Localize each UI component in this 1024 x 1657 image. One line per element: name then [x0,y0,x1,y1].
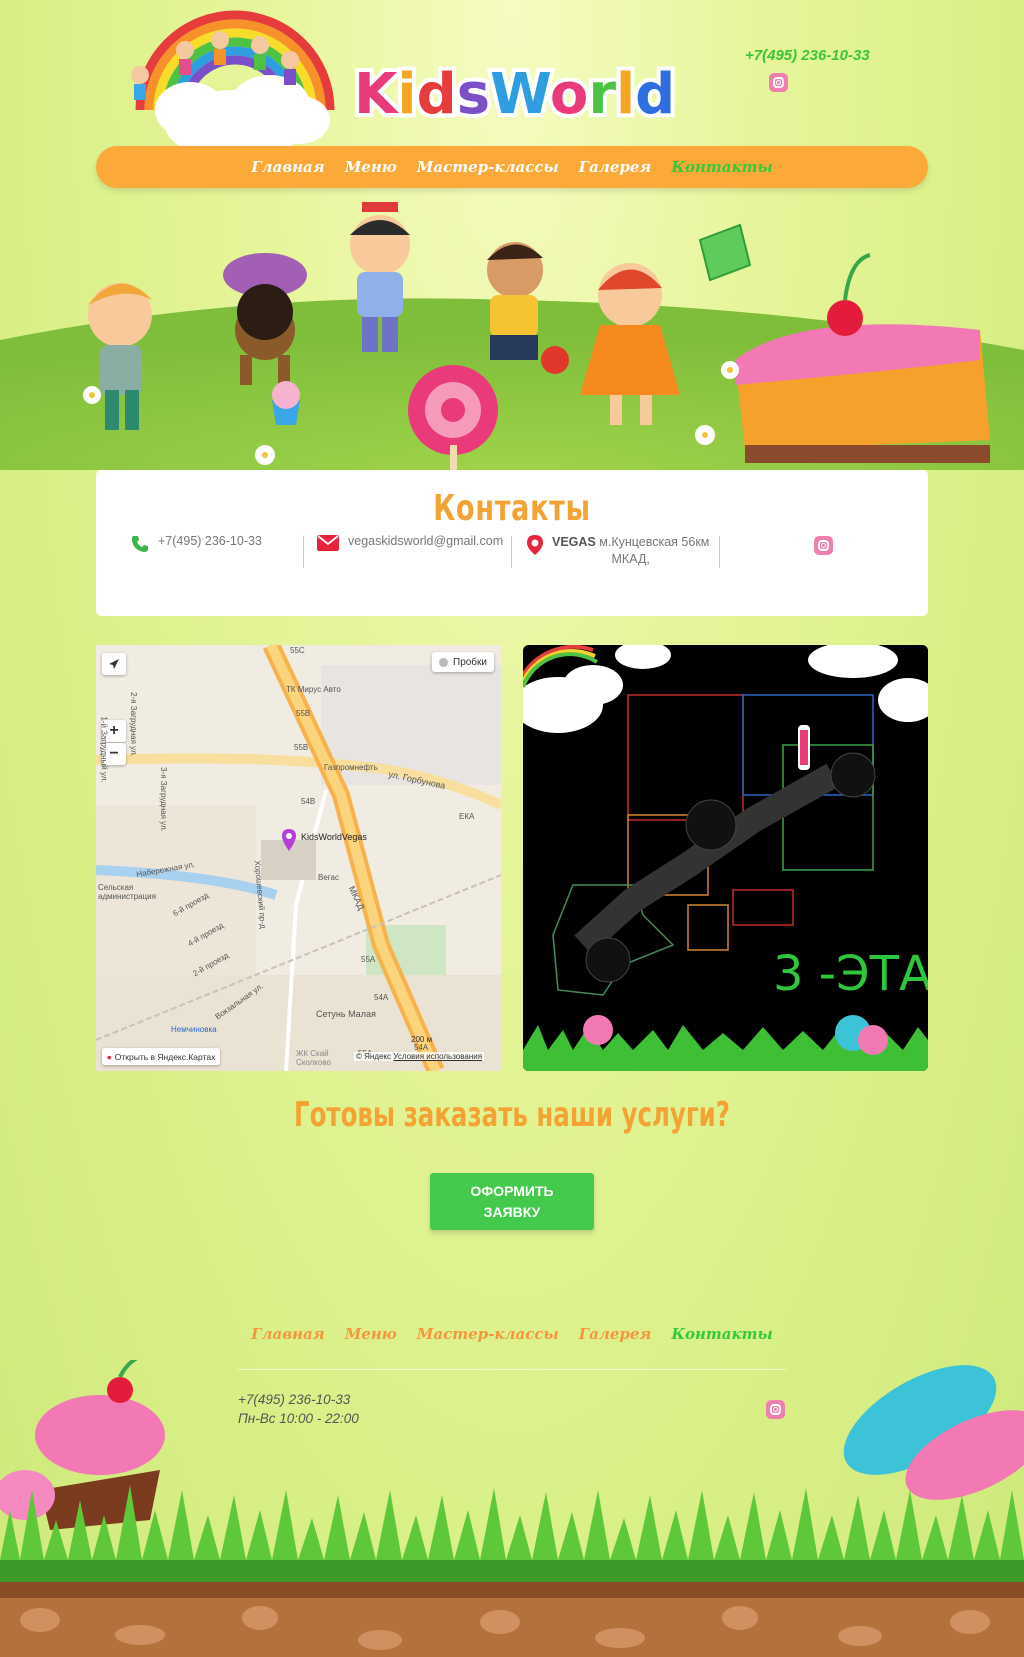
locate-button[interactable] [102,653,126,675]
road-label: 55В [294,743,309,752]
nav-item-menu[interactable]: Меню [345,158,397,176]
contact-address-text: VEGAS м.Кунцевская 56км МКАД, [552,534,709,568]
divider [303,536,304,568]
road-label: 55А [361,955,376,964]
map-label-admin: Сельская администрация [98,883,156,901]
map-label-setun: Сетунь Малая [316,1009,376,1019]
contact-address[interactable]: VEGAS м.Кунцевская 56км МКАД, [526,534,709,568]
cta-title: Готовы заказать наши услуги? [293,1095,730,1135]
contact-email-text: vegaskidsworld@gmail.com [348,534,504,548]
nav-item-master-classes[interactable]: Мастер-классы [417,158,559,176]
address-venue: VEGAS [552,535,596,549]
logo-graphic: KidsWorld KidsWorld [350,58,679,131]
map-label-zagrudnaya1: 1-й Загрудный ул. [99,716,109,783]
traffic-button[interactable]: Пробки [432,652,494,672]
address-line2: МКАД, [611,552,650,566]
footer-nav-item-contacts[interactable]: Контакты [671,1325,772,1343]
map-label-gazprom: Газпромнефть [324,763,378,772]
map-label-eka: ЕКА [459,812,475,821]
map-marker-icon[interactable] [281,828,297,852]
order-request-button[interactable]: ОФОРМИТЬ ЗАЯВКУ [430,1173,594,1230]
nav-item-contacts[interactable]: Контакты [671,158,772,176]
map-label-mirus: ТК Мирус Авто [286,685,341,694]
contact-phone-text: +7(495) 236-10-33 [158,534,262,548]
hero-kids-illustration [0,202,1024,470]
footer-grass-sweets-illustration [0,1360,1024,1657]
divider [719,536,720,568]
phone-icon [132,536,148,552]
contact-phone[interactable]: +7(495) 236-10-33 [130,534,262,554]
footer-nav-item-master-classes[interactable]: Мастер-классы [417,1325,559,1343]
nav-item-home[interactable]: Главная [251,158,325,176]
contacts-title: Контакты [433,488,591,529]
footer-nav-item-home[interactable]: Главная [251,1325,325,1343]
kidsworld-logo[interactable]: KidsWorld KidsWorld [350,45,680,131]
instagram-icon[interactable] [769,73,788,92]
open-in-yandex-label: Открыть в Яндекс.Картах [114,1051,216,1062]
traffic-button-label: Пробки [453,656,487,668]
footer-nav-item-gallery[interactable]: Галерея [579,1325,652,1343]
footer-nav: Главная Меню Мастер-классы Галерея Конта… [0,1325,1024,1343]
map-scale: 200 м [411,1035,433,1044]
rainbow-cloud-illustration [131,10,335,160]
map-copyright: © Яндекс [356,1052,392,1061]
instagram-icon[interactable] [814,536,833,555]
yandex-map[interactable]: + − Пробки KidsWorldVegas ТК Мирус Авто … [96,645,501,1071]
svg-text:KidsWorld: KidsWorld [354,62,675,127]
map-label-nemchinovka: Немчиновка [171,1025,217,1034]
road-label: 54А [414,1043,429,1052]
traffic-light-icon [439,657,448,667]
road-label: 55С [290,646,305,655]
pin-icon: ● [106,1051,112,1062]
contacts-card: Контакты +7(495) 236-10-33 vegaskidsworl… [96,470,928,616]
road-label: 55В [296,709,311,718]
address-street: м.Кунцевская 56км [599,535,710,549]
road-label: 54В [301,797,316,806]
map-label-zagrudnaya2: 2-я Загрудная ул. [128,692,138,757]
floor-plan-image: 3 -ЭТАЖ [523,645,928,1071]
map-terms-link[interactable]: Условия использования [393,1052,482,1061]
page: KidsWorld KidsWorld +7(495) 236-10-33 Гл… [0,0,1024,1657]
map-label-vegas: Вегас [318,873,339,882]
main-nav: Главная Меню Мастер-классы Галерея Конта… [96,146,928,188]
floor-plan-graphic: 3 -ЭТАЖ [523,645,928,1071]
contact-email[interactable]: vegaskidsworld@gmail.com [316,534,503,552]
footer-nav-item-menu[interactable]: Меню [345,1325,397,1343]
header-phone[interactable]: +7(495) 236-10-33 [745,47,870,64]
mail-icon [317,535,339,551]
map-attribution: © Яндекс Условия использования [354,1052,485,1061]
map-label-skolkovo: ЖК Скай Сколково [296,1049,331,1067]
map-label-zagrudnaya3: 3-я Загрудная ул. [158,767,168,832]
open-in-yandex-button[interactable]: ● Открыть в Яндекс.Картах [102,1048,220,1065]
cta-button-line1: ОФОРМИТЬ [470,1182,554,1199]
navigation-arrow-icon [109,659,119,669]
road-label: 54А [374,993,389,1002]
divider [511,536,512,568]
nav-item-gallery[interactable]: Галерея [579,158,652,176]
floor-label: 3 -ЭТАЖ [773,946,928,1002]
cta-button-line2: ЗАЯВКУ [483,1203,541,1220]
map-marker-label: KidsWorldVegas [301,832,367,842]
location-pin-icon [527,535,543,555]
